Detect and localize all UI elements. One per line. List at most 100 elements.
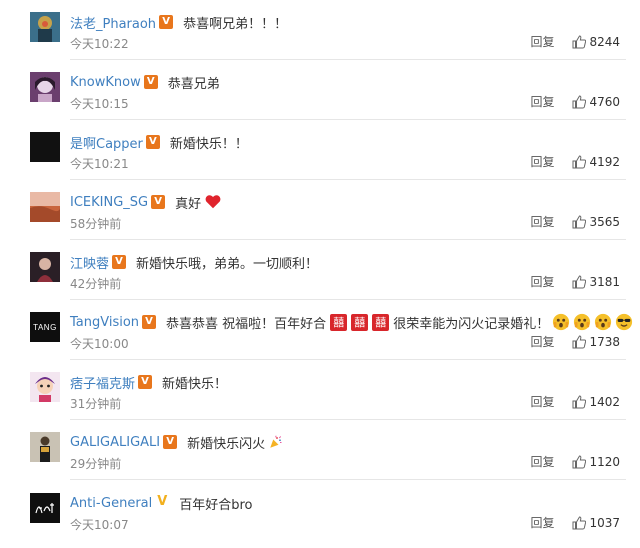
like-button[interactable]: 1738 — [572, 335, 620, 349]
comment-text: 新婚快乐哦，弟弟。一切顺利！ — [136, 256, 319, 272]
username[interactable]: KnowKnow — [70, 75, 141, 90]
like-button[interactable]: 1120 — [572, 455, 620, 469]
reply-button[interactable]: 回复 — [530, 213, 554, 230]
avatar[interactable] — [30, 493, 60, 523]
avatar[interactable] — [30, 372, 60, 402]
reply-button[interactable]: 回复 — [530, 153, 554, 170]
avatar[interactable] — [30, 72, 60, 102]
comment-list: 法老_Pharaoh 恭喜啊兄弟！！！ 今天10:22 回复 8244 Know… — [0, 0, 640, 548]
reply-button[interactable]: 回复 — [530, 514, 554, 531]
like-button[interactable]: 8244 — [572, 35, 620, 49]
avatar[interactable]: TANG — [30, 312, 60, 342]
avatar[interactable] — [30, 252, 60, 282]
divider — [70, 479, 626, 480]
like-count: 1037 — [589, 515, 620, 530]
verified-v-icon — [163, 435, 178, 449]
thumbs-up-icon — [572, 515, 587, 529]
avatar[interactable] — [30, 132, 60, 162]
like-count: 4192 — [589, 154, 620, 169]
like-button[interactable]: 4760 — [572, 95, 620, 109]
comment-item: Anti-General 百年好合bro 今天10:07 回复 1037 — [0, 481, 640, 541]
like-button[interactable]: 3181 — [572, 275, 620, 289]
timestamp: 今天10:00 — [70, 337, 129, 351]
like-count: 1402 — [589, 394, 620, 409]
party-popper-icon — [270, 435, 282, 448]
reply-button[interactable]: 回复 — [530, 393, 554, 410]
verified-v-icon — [143, 75, 158, 89]
username[interactable]: 江映蓉 — [70, 253, 109, 272]
like-button[interactable]: 1037 — [572, 516, 620, 530]
timestamp: 今天10:22 — [70, 37, 129, 51]
comment-text: 恭喜兄弟 — [167, 76, 220, 92]
username[interactable]: ICEKING_SG — [70, 195, 148, 210]
reply-button[interactable]: 回复 — [530, 453, 554, 470]
comment-text: 真好 — [175, 196, 202, 212]
avatar[interactable] — [30, 432, 60, 462]
comment-text: 恭喜啊兄弟！！！ — [183, 16, 288, 32]
username[interactable]: 法老_Pharaoh — [70, 13, 156, 32]
timestamp: 今天10:21 — [70, 157, 129, 171]
username[interactable]: GALIGALIGALI — [70, 435, 160, 450]
thumbs-up-icon — [572, 334, 587, 348]
username[interactable]: 是啊Capper — [70, 133, 143, 152]
verified-v-icon — [159, 15, 174, 29]
like-count: 1738 — [589, 334, 620, 349]
like-count: 1120 — [589, 454, 620, 469]
thumbs-up-icon — [572, 274, 587, 288]
timestamp: 今天10:07 — [70, 518, 129, 532]
avatar[interactable] — [30, 192, 60, 222]
thumbs-up-icon — [572, 34, 587, 48]
comment-text: 新婚快乐！ — [162, 376, 228, 392]
comment-item: KnowKnow 恭喜兄弟 今天10:15 回复 4760 — [0, 60, 640, 120]
verified-v-icon — [138, 375, 153, 389]
like-button[interactable]: 4192 — [572, 155, 620, 169]
reply-button[interactable]: 回复 — [530, 33, 554, 50]
timestamp: 31分钟前 — [70, 397, 122, 411]
timestamp: 29分钟前 — [70, 457, 122, 471]
timestamp: 今天10:15 — [70, 97, 129, 111]
username[interactable]: Anti-General — [70, 496, 152, 511]
avatar[interactable] — [30, 12, 60, 42]
comment-item: GALIGALIGALI 新婚快乐闪火 29分钟前 回复 1120 — [0, 420, 640, 480]
like-count: 8244 — [589, 34, 620, 49]
reply-button[interactable]: 回复 — [530, 273, 554, 290]
like-button[interactable]: 3565 — [572, 215, 620, 229]
comment-item: ICEKING_SG 真好 58分钟前 回复 3565 — [0, 180, 640, 240]
thumbs-up-icon — [572, 154, 587, 168]
like-count: 3181 — [589, 274, 620, 289]
reply-button[interactable]: 回复 — [530, 333, 554, 350]
shocked-face-emoji-icon — [553, 313, 570, 331]
comment-text: 新婚快乐！！ — [169, 136, 248, 152]
verified-v-icon — [112, 255, 127, 269]
comment-text: 很荣幸能为闪火记录婚礼！ — [393, 316, 550, 332]
like-count: 4760 — [589, 94, 620, 109]
verified-v-icon — [145, 135, 160, 149]
username[interactable]: 痞子福克斯 — [70, 373, 135, 392]
reply-button[interactable]: 回复 — [530, 93, 554, 110]
username[interactable]: TangVision — [70, 315, 139, 330]
comment-item: TANG TangVision 恭喜恭喜 祝福啦！百年好合 囍 囍 囍 很荣幸能… — [0, 300, 640, 360]
thumbs-up-icon — [572, 94, 587, 108]
verified-v-icon — [155, 495, 169, 510]
double-happiness-icon: 囍 — [351, 313, 369, 331]
thumbs-up-icon — [572, 454, 587, 468]
double-happiness-icon: 囍 — [330, 313, 348, 331]
timestamp: 58分钟前 — [70, 217, 122, 231]
heart-icon — [205, 195, 221, 209]
comment-item: 是啊Capper 新婚快乐！！ 今天10:21 回复 4192 — [0, 120, 640, 180]
comment-item: 痞子福克斯 新婚快乐！ 31分钟前 回复 1402 — [0, 360, 640, 420]
thumbs-up-icon — [572, 394, 587, 408]
comment-item: 法老_Pharaoh 恭喜啊兄弟！！！ 今天10:22 回复 8244 — [0, 0, 640, 60]
comment-item: 江映蓉 新婚快乐哦，弟弟。一切顺利！ 42分钟前 回复 3181 — [0, 240, 640, 300]
like-count: 3565 — [589, 214, 620, 229]
like-button[interactable]: 1402 — [572, 395, 620, 409]
sunglasses-emoji-icon — [616, 313, 633, 331]
shocked-face-emoji-icon — [595, 313, 612, 331]
shocked-face-emoji-icon — [574, 313, 591, 331]
verified-v-icon — [142, 315, 157, 329]
comment-text: 百年好合bro — [179, 497, 253, 513]
verified-v-icon — [151, 195, 166, 209]
timestamp: 42分钟前 — [70, 277, 122, 291]
comment-text: 恭喜恭喜 祝福啦！百年好合 — [166, 316, 327, 332]
double-happiness-icon: 囍 — [372, 313, 390, 331]
